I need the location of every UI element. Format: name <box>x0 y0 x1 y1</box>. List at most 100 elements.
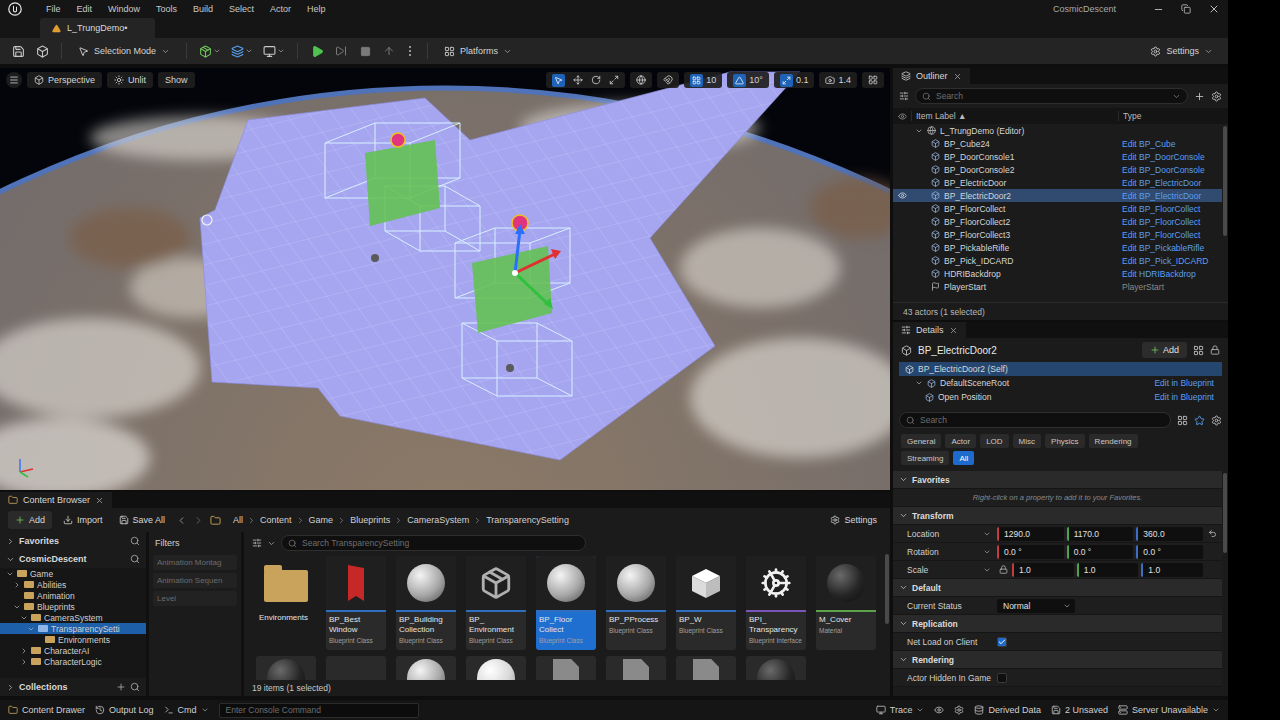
vector-field[interactable]: 0.0 ° <box>1067 545 1134 559</box>
folder-tree-item[interactable]: CharacterAI <box>0 645 146 656</box>
viewport-layout[interactable] <box>862 72 884 88</box>
angle-snap[interactable]: 10° <box>727 72 769 88</box>
asset-tile[interactable]: BP_Best WindowBlueprint Class <box>326 556 386 650</box>
asset-tile[interactable] <box>466 656 526 680</box>
asset-tile[interactable]: Environments <box>256 556 316 650</box>
vector-field[interactable]: 1290.0 <box>997 527 1064 541</box>
mode-dropdown[interactable]: Selection Mode <box>71 41 177 61</box>
asset-tile[interactable] <box>676 656 736 680</box>
folder-tree-item[interactable]: CameraSystem <box>0 612 146 623</box>
more-icon[interactable] <box>409 46 412 56</box>
select-tool[interactable] <box>549 72 568 88</box>
property-checkbox[interactable] <box>997 637 1007 647</box>
asset-tile[interactable] <box>746 656 806 680</box>
asset-tile[interactable]: BP_ EnvironmentBlueprint Class <box>466 556 526 650</box>
outliner-row[interactable]: L_TrungDemo (Editor) <box>893 124 1222 137</box>
breadcrumb-item[interactable]: All <box>231 515 245 525</box>
favorites-header[interactable]: Favorites <box>0 532 146 550</box>
column-header[interactable]: Type <box>1118 111 1222 121</box>
eject-button[interactable] <box>379 41 399 61</box>
breadcrumb-item[interactable]: TransparencySetting <box>484 515 571 525</box>
vector-field[interactable]: 1170.0 <box>1067 527 1134 541</box>
asset-tile[interactable]: BPI_ TransparencyBlueprint Interface <box>746 556 806 650</box>
breadcrumb-item[interactable]: Blueprints <box>348 515 392 525</box>
cmd-dropdown[interactable]: Cmd <box>164 705 209 715</box>
property-checkbox[interactable] <box>997 673 1007 683</box>
component-row[interactable]: DefaultSceneRootEdit in Blueprint <box>899 376 1222 390</box>
perspective-button[interactable]: Perspective <box>27 72 102 88</box>
add-actor-button[interactable] <box>196 41 224 61</box>
outliner-row[interactable]: HDRIBackdropEdit HDRIBackdrop <box>893 267 1222 280</box>
play-button[interactable] <box>307 41 327 61</box>
menu-item[interactable]: Window <box>100 0 148 18</box>
coordinate-space[interactable] <box>630 72 652 88</box>
filter-tab[interactable]: Physics <box>1045 434 1085 448</box>
folder-tree-item[interactable]: TransparencySetti <box>0 623 146 634</box>
filter-tab[interactable]: Misc <box>1013 434 1041 448</box>
outliner-row[interactable]: BP_FloorCollect3Edit BP_FloorCollect <box>893 228 1222 241</box>
save-button[interactable] <box>8 41 28 61</box>
menu-item[interactable]: Edit <box>69 0 101 18</box>
filter-tab[interactable]: Streaming <box>901 451 949 465</box>
outliner-row[interactable]: BP_PickableRifleEdit BP_PickableRifle <box>893 241 1222 254</box>
menu-item[interactable]: Help <box>299 0 334 18</box>
asset-tile[interactable] <box>606 656 666 680</box>
stop-button[interactable] <box>355 41 375 61</box>
filter-tab[interactable]: Rendering <box>1089 434 1138 448</box>
surface-snap[interactable] <box>657 72 679 88</box>
import-button[interactable]: Import <box>58 511 108 529</box>
vector-field[interactable]: 1.0 <box>1012 563 1074 577</box>
blueprint-button[interactable] <box>228 41 256 61</box>
outliner-row[interactable]: BP_DoorConsole1Edit BP_DoorConsole <box>893 150 1222 163</box>
vector-field[interactable]: 1.0 <box>1141 563 1203 577</box>
status-select[interactable]: Normal <box>997 599 1075 613</box>
level-tab[interactable]: L_TrungDemo• <box>40 18 155 38</box>
source-control-button[interactable]: Server Unavailable <box>1118 705 1220 715</box>
component-row[interactable]: BP_ElectricDoor2 (Self) <box>899 362 1222 376</box>
breadcrumb-item[interactable]: CameraSystem <box>405 515 471 525</box>
column-header[interactable]: Item Label ▲ <box>911 111 1118 121</box>
derived-data-button[interactable]: Derived Data <box>974 705 1041 715</box>
menu-item[interactable]: File <box>38 0 69 18</box>
outliner-tab[interactable]: Outliner <box>893 68 970 84</box>
vector-field[interactable]: 1.0 <box>1077 563 1139 577</box>
outliner-row[interactable]: BP_FloorCollectEdit BP_FloorCollect <box>893 202 1222 215</box>
close-button[interactable] <box>1200 0 1228 18</box>
edit-in-blueprint-link[interactable]: Edit in Blueprint <box>1154 392 1214 402</box>
menu-item[interactable]: Tools <box>148 0 185 18</box>
asset-tile[interactable] <box>256 656 316 680</box>
save-all-button[interactable]: Save All <box>114 511 171 529</box>
trace-button[interactable]: Trace <box>876 705 925 715</box>
breadcrumb-item[interactable]: Game <box>307 515 336 525</box>
filter-tab[interactable]: Actor <box>945 434 976 448</box>
scale-snap[interactable]: 0.1 <box>774 72 815 88</box>
folder-tree-item[interactable]: CharacterLogic <box>0 656 146 667</box>
asset-tile[interactable] <box>396 656 456 680</box>
add-button[interactable]: Add <box>8 511 52 529</box>
settings-dropdown[interactable]: Settings <box>1143 41 1220 61</box>
asset-scrollbar[interactable] <box>884 552 890 680</box>
asset-tile[interactable]: BP_Building CollectionBlueprint Class <box>396 556 456 650</box>
filter-item[interactable]: Animation Sequen <box>153 573 237 588</box>
details-tab[interactable]: Details <box>893 322 966 338</box>
filter-tab[interactable]: LOD <box>980 434 1008 448</box>
menu-item[interactable]: Build <box>185 0 221 18</box>
menu-item[interactable]: Select <box>221 0 262 18</box>
step-button[interactable] <box>331 41 351 61</box>
output-log-button[interactable]: Output Log <box>95 705 154 715</box>
breadcrumb-item[interactable]: Content <box>258 515 294 525</box>
platforms-dropdown[interactable]: Platforms <box>437 41 519 61</box>
outliner-row[interactable]: BP_DoorConsole2Edit BP_DoorConsole <box>893 163 1222 176</box>
asset-search-field[interactable]: Search TransparencySetting <box>281 535 586 551</box>
vector-field[interactable]: 0.0 ° <box>997 545 1064 559</box>
section-header[interactable]: Default <box>893 579 1222 597</box>
show-button[interactable]: Show <box>158 72 195 88</box>
collections-header[interactable]: Collections <box>0 678 146 696</box>
outliner-row[interactable]: BP_ElectricDoor2Edit BP_ElectricDoor <box>893 189 1222 202</box>
section-header[interactable]: Favorites <box>893 471 1222 489</box>
outliner-row[interactable]: BP_FloorCollect2Edit BP_FloorCollect <box>893 215 1222 228</box>
content-browser-tab[interactable]: Content Browser <box>0 492 112 508</box>
rotate-tool[interactable] <box>588 72 604 88</box>
outliner-row[interactable]: BP_ElectricDoorEdit BP_ElectricDoor <box>893 176 1222 189</box>
filter-item[interactable]: Animation Montag <box>153 555 237 570</box>
